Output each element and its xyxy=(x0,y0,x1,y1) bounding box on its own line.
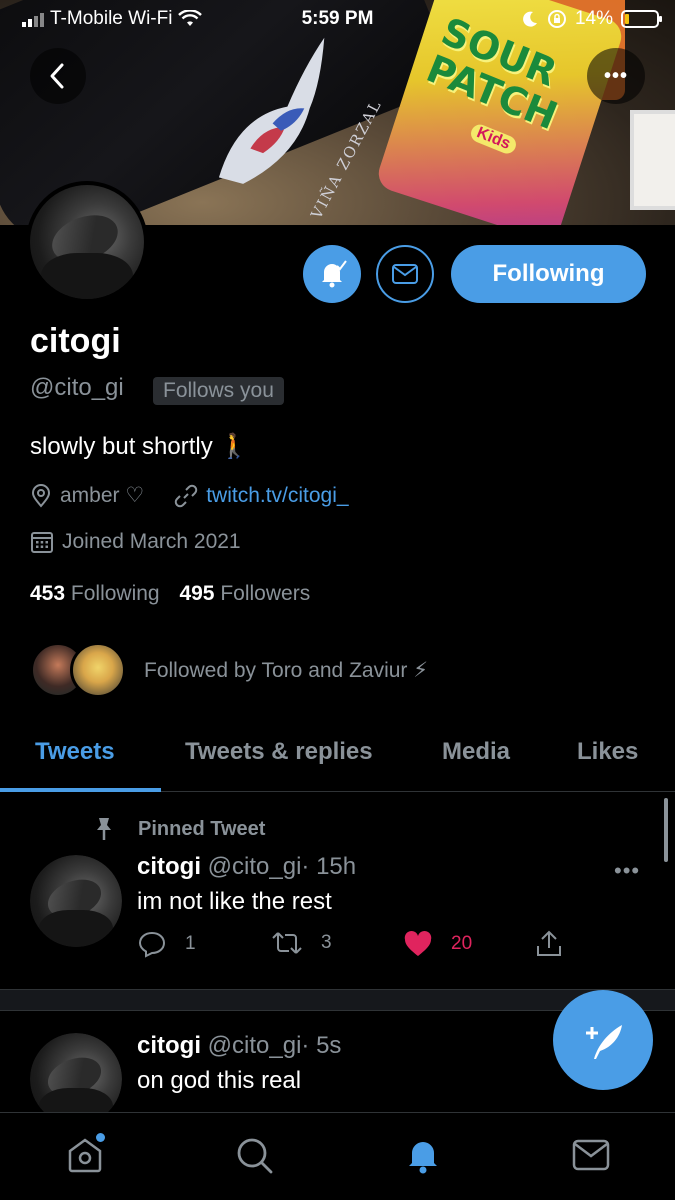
share-button[interactable] xyxy=(535,930,563,958)
avatar-image xyxy=(30,185,144,299)
bell-check-icon xyxy=(322,260,347,288)
profile-bio: slowly but shortly 🚶 xyxy=(30,433,250,460)
compose-tweet-button[interactable] xyxy=(553,990,653,1090)
moon-icon xyxy=(523,11,537,27)
profile-tabs: Tweets Tweets & replies Media Likes xyxy=(0,722,675,792)
scrollbar[interactable] xyxy=(664,798,668,862)
message-button[interactable] xyxy=(376,245,434,303)
banner-white-box xyxy=(630,110,675,210)
tweet-actions: 1 3 20 xyxy=(137,930,577,970)
more-options-button[interactable]: ••• xyxy=(587,48,645,104)
tweet-avatar[interactable] xyxy=(30,855,122,947)
reply-count: 1 xyxy=(185,933,196,954)
search-icon xyxy=(237,1138,273,1174)
tweet-header: citogi @cito_gi· 15h xyxy=(137,853,356,881)
back-button[interactable] xyxy=(30,48,86,104)
tab-likes[interactable]: Likes xyxy=(577,738,638,766)
tweet-author-handle: @cito_gi xyxy=(207,853,302,880)
tweet-more-button[interactable]: ••• xyxy=(614,858,640,884)
like-button[interactable]: 20 xyxy=(403,930,472,958)
notifications-button[interactable] xyxy=(303,245,361,303)
tweet-author-name: citogi xyxy=(137,853,201,880)
home-notification-dot xyxy=(96,1133,105,1142)
following-count-link[interactable]: 453 Following xyxy=(30,582,160,605)
bell-icon xyxy=(409,1142,437,1174)
tweet-text: on god this real xyxy=(137,1067,302,1094)
nav-messages[interactable] xyxy=(569,1133,613,1177)
retweet-icon xyxy=(272,932,302,954)
status-bar: T-Mobile Wi-Fi 5:59 PM 14% xyxy=(0,0,675,40)
share-icon xyxy=(537,930,561,956)
profile-handle: @cito_gi xyxy=(30,374,124,401)
followers-label: Followers xyxy=(220,582,311,605)
reply-button[interactable]: 1 xyxy=(137,930,196,958)
following-count: 453 xyxy=(30,582,66,605)
profile-avatar[interactable] xyxy=(26,181,148,303)
battery-percent: 14% xyxy=(574,8,613,29)
heart-filled-icon xyxy=(404,931,432,956)
tweet-header: citogi @cito_gi· 5s xyxy=(137,1032,341,1060)
bottom-navigation xyxy=(0,1112,675,1200)
retweet-button[interactable]: 3 xyxy=(271,930,332,956)
tweet-time: · 5s xyxy=(301,1032,342,1059)
tab-tweets[interactable]: Tweets xyxy=(35,738,115,766)
like-count: 20 xyxy=(451,933,473,954)
pin-icon xyxy=(97,818,111,840)
tweet-text: im not like the rest xyxy=(137,888,332,915)
profile-location: amber ♡ xyxy=(60,484,145,507)
battery-icon xyxy=(621,10,662,28)
pinned-tweet-label: Pinned Tweet xyxy=(138,817,266,840)
profile-name: citogi xyxy=(30,322,121,360)
link-icon xyxy=(174,484,198,507)
nav-home[interactable] xyxy=(63,1133,107,1177)
followers-count: 495 xyxy=(179,582,215,605)
envelope-icon xyxy=(572,1139,610,1171)
profile-joined-row: Joined March 2021 xyxy=(30,530,241,554)
tweet-author-name: citogi xyxy=(137,1032,201,1059)
nav-notifications[interactable] xyxy=(401,1133,445,1177)
active-tab-indicator xyxy=(0,788,161,792)
calendar-icon xyxy=(31,532,53,553)
following-button[interactable]: Following xyxy=(451,245,646,303)
mutual-avatar-zaviur xyxy=(70,642,126,698)
chevron-left-icon xyxy=(50,63,64,89)
tab-tweets-replies[interactable]: Tweets & replies xyxy=(185,738,373,766)
more-icon: ••• xyxy=(603,64,628,87)
tweet-author-handle: @cito_gi xyxy=(207,1032,302,1059)
follows-you-badge: Follows you xyxy=(153,377,284,405)
orientation-lock-icon xyxy=(547,10,566,28)
following-label: Following xyxy=(70,582,160,605)
reply-icon xyxy=(138,931,166,958)
follow-counts: 453 Following 495 Followers xyxy=(30,582,310,606)
compose-feather-icon xyxy=(586,1025,622,1059)
followed-by-row[interactable]: Followed by Toro and Zaviur ⚡ xyxy=(30,640,428,700)
profile-website-link[interactable]: twitch.tv/citogi_ xyxy=(206,484,348,508)
envelope-icon xyxy=(392,264,418,284)
followers-count-link[interactable]: 495 Followers xyxy=(179,582,310,605)
tweet-time: · 15h xyxy=(301,853,357,880)
retweet-count: 3 xyxy=(321,932,332,953)
profile-meta-row: amber ♡ twitch.tv/citogi_ xyxy=(30,483,349,508)
tweet-avatar-image xyxy=(30,855,122,947)
location-pin-icon xyxy=(31,483,51,508)
followed-by-text: Followed by Toro and Zaviur ⚡ xyxy=(144,658,428,682)
pinned-label-row: Pinned Tweet xyxy=(92,816,265,842)
tab-media[interactable]: Media xyxy=(442,738,510,766)
nav-search[interactable] xyxy=(232,1133,276,1177)
profile-joined-date: Joined March 2021 xyxy=(62,530,241,553)
